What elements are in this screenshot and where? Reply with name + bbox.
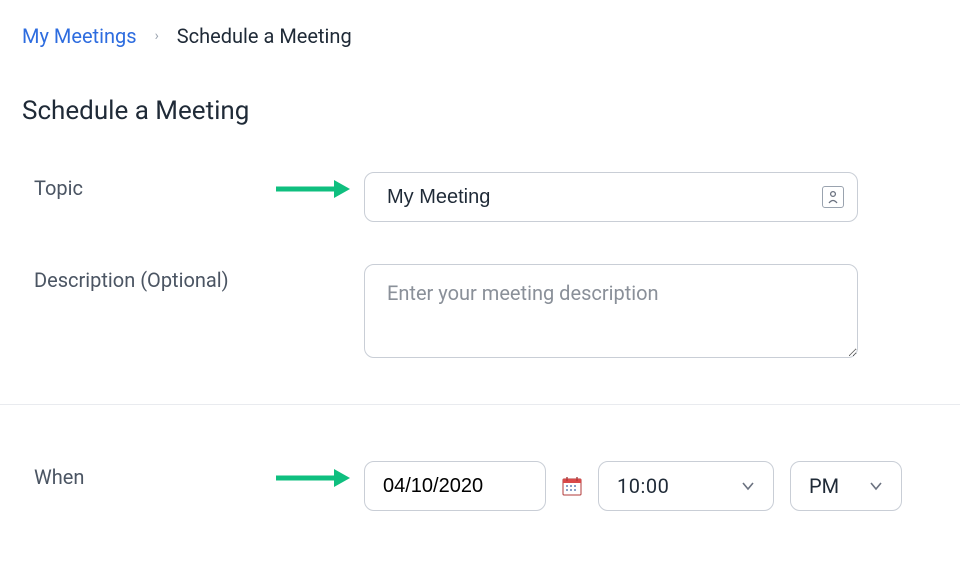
ampm-select[interactable]: PM (790, 461, 902, 511)
description-label: Description (Optional) (34, 264, 229, 296)
ampm-value: PM (809, 474, 839, 498)
description-row: Description (Optional) (34, 264, 926, 362)
date-input[interactable] (364, 461, 546, 511)
when-label: When (34, 461, 84, 493)
breadcrumb: My Meetings › Schedule a Meeting (22, 24, 938, 48)
chevron-down-icon (869, 479, 883, 493)
topic-label: Topic (34, 172, 83, 204)
calendar-icon[interactable] (562, 476, 582, 496)
arrow-right-icon (276, 469, 350, 487)
topic-row: Topic (34, 172, 926, 222)
time-value: 10:00 (617, 474, 669, 498)
when-row: When 10:00 (34, 461, 926, 511)
breadcrumb-root-link[interactable]: My Meetings (22, 24, 137, 48)
time-select[interactable]: 10:00 (598, 461, 774, 511)
page-title: Schedule a Meeting (22, 96, 938, 126)
chevron-right-icon: › (155, 28, 159, 44)
description-textarea[interactable] (364, 264, 858, 358)
section-divider (0, 404, 960, 405)
topic-input[interactable] (364, 172, 858, 222)
arrow-right-icon (276, 180, 350, 198)
breadcrumb-current: Schedule a Meeting (177, 24, 352, 48)
chevron-down-icon (741, 479, 755, 493)
contact-card-icon (822, 186, 844, 208)
